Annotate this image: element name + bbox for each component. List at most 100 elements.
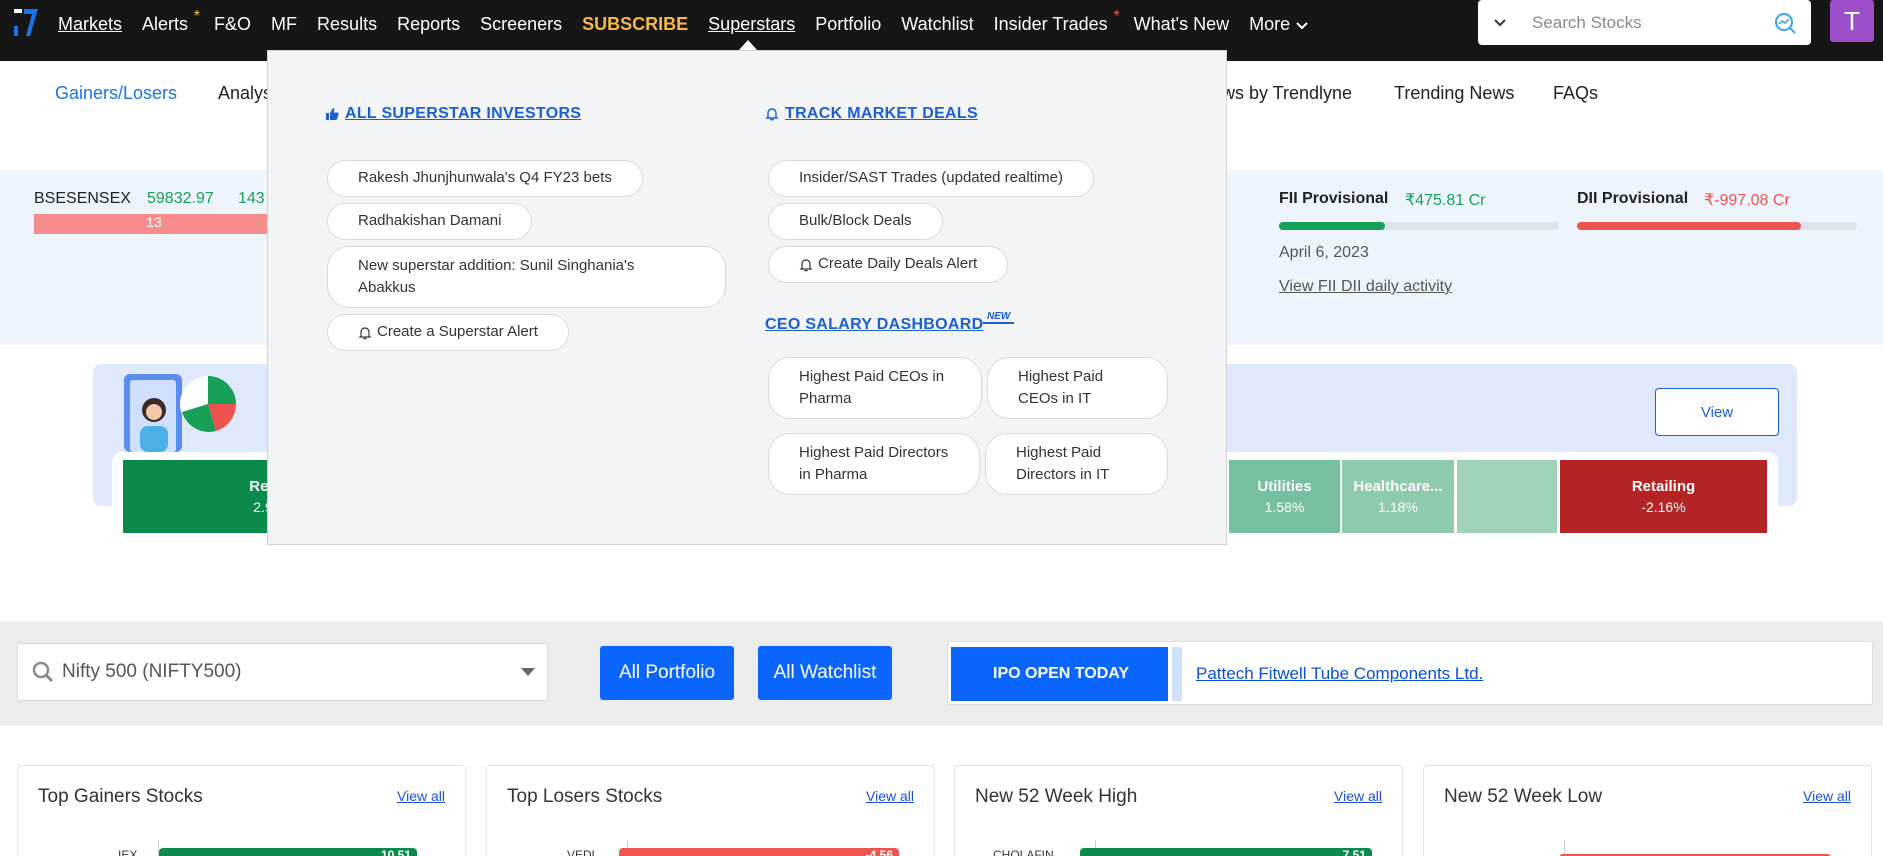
superstar-link[interactable]: Radhakishan Damani [327,203,533,240]
dii-bar-fill [1577,222,1801,230]
sector-name: Utilities [1257,478,1312,495]
chevron-down-icon [1296,21,1308,29]
create-deals-alert-button[interactable]: Create Daily Deals Alert [768,246,1009,283]
pill-label: Create Daily Deals Alert [818,255,978,273]
ipo-company-link[interactable]: Pattech Fitwell Tube Components Ltd. [1196,664,1483,684]
nav-reports[interactable]: Reports [397,14,460,35]
dii-bar [1577,222,1857,230]
section-title: TRACK MARKET DEALS [785,105,978,122]
all-superstar-investors-heading[interactable]: ALL SUPERSTAR INVESTORS [325,105,581,123]
nav-whats-new[interactable]: What's New [1134,14,1229,35]
tab-analysis[interactable]: Analys [218,83,272,104]
index-select-value: Nifty 500 (NIFTY500) [62,661,242,682]
stock-bar[interactable]: 7.51 [1080,848,1372,856]
search-icon [32,661,54,683]
all-portfolio-button[interactable]: All Portfolio [600,646,734,700]
stock-symbol[interactable]: VEDL [567,848,598,856]
fii-label: FII Provisional [1279,190,1389,207]
ceo-salary-link[interactable]: Highest Paid Directors in Pharma [768,433,980,495]
card-title: New 52 Week Low [1444,786,1603,807]
promo-illustration-icon [124,374,237,452]
sector-pct: 1.18% [1378,499,1418,515]
nav-portfolio[interactable]: Portfolio [815,14,881,35]
sector-tile[interactable] [1457,460,1557,533]
view-all-link[interactable]: View all [1803,788,1851,804]
sector-name: Healthcare... [1353,478,1443,495]
search-icon[interactable] [1773,11,1797,35]
nav-superstars[interactable]: Superstars [708,14,795,35]
sector-tile[interactable]: Utilities 1.58% [1229,460,1340,533]
new-52-week-low-card: New 52 Week Low View all [1423,765,1872,856]
ceo-salary-link[interactable]: Highest Paid Directors in IT [985,433,1168,495]
superstar-link[interactable]: New superstar addition: Sunil Singhania'… [327,246,726,308]
nav-more-label: More [1249,13,1291,34]
ceo-salary-dashboard-heading[interactable]: CEO SALARY DASHBOARD [765,316,983,334]
nav-alerts[interactable]: Alerts * [142,8,200,35]
top-gainers-card: Top Gainers Stocks View all IEX 10.51 [17,765,466,856]
nav-mf[interactable]: MF [271,14,297,35]
nav-watchlist[interactable]: Watchlist [901,14,973,35]
view-all-link[interactable]: View all [1334,788,1382,804]
sector-name: Retailing [1631,478,1696,495]
bell-icon [358,326,372,339]
tab-faqs[interactable]: FAQs [1553,83,1598,104]
nav-markets[interactable]: Markets [58,14,122,35]
stock-bar[interactable]: 10.51 [159,848,417,856]
new-badge: NEW [983,311,1015,324]
fii-bar [1279,222,1559,230]
fii-bar-fill [1279,222,1386,230]
card-title: Top Gainers Stocks [38,786,203,807]
trendlyne-logo-icon[interactable] [12,6,42,38]
tab-news-by-trendlyne[interactable]: ws by Trendlyne [1222,83,1352,104]
sector-tile[interactable]: Healthcare... 1.18% [1342,460,1454,533]
create-superstar-alert-button[interactable]: Create a Superstar Alert [327,314,569,351]
stock-symbol[interactable]: IEX [118,848,137,856]
superstar-link[interactable]: Rakesh Jhunjhunwala's Q4 FY23 bets [327,160,643,197]
track-market-deals-heading[interactable]: TRACK MARKET DEALS [765,105,978,123]
stock-search[interactable]: Search Stocks [1478,0,1811,45]
sector-tile[interactable]: Retailing -2.16% [1560,460,1767,533]
search-input[interactable]: Search Stocks [1532,13,1773,33]
tab-trending-news[interactable]: Trending News [1394,83,1514,104]
nav-subscribe[interactable]: SUBSCRIBE [582,14,688,35]
new-52-week-high-card: New 52 Week High View all CHOLAFIN 7.51 [954,765,1403,856]
view-all-link[interactable]: View all [397,788,445,804]
nav-more[interactable]: More [1249,14,1308,35]
sector-pct: 1.58% [1264,499,1305,515]
superstars-dropdown: ALL SUPERSTAR INVESTORS Rakesh Jhunjhunw… [267,50,1227,545]
nav-insider-trades[interactable]: Insider Trades * [994,8,1120,35]
card-title: New 52 Week High [975,786,1138,807]
thumbs-up-icon [326,108,339,120]
ceo-salary-link[interactable]: Highest Paid CEOs in Pharma [768,357,982,419]
fii-value: ₹475.81 Cr [1405,192,1486,209]
section-title: ALL SUPERSTAR INVESTORS [345,105,582,122]
index-change: 143 [238,190,265,207]
dii-label: DII Provisional [1577,190,1689,207]
pill-label: Create a Superstar Alert [377,323,538,341]
index-name[interactable]: BSESENSEX [34,190,131,208]
avatar[interactable]: T [1830,0,1874,42]
ceo-salary-link[interactable]: Highest Paid CEOs in IT [987,357,1168,419]
all-watchlist-button[interactable]: All Watchlist [758,646,892,700]
dii-value: ₹-997.08 Cr [1704,192,1790,209]
index-select[interactable]: Nifty 500 (NIFTY500) [17,643,548,701]
nav-results[interactable]: Results [317,14,377,35]
card-title: Top Losers Stocks [507,786,663,807]
chevron-down-icon[interactable] [1478,18,1522,28]
main-nav: Markets Alerts * F&O MF Results Reports S… [58,0,1328,48]
banner-view-button[interactable]: View [1655,388,1779,436]
tab-gainers-losers[interactable]: Gainers/Losers [55,83,177,104]
deals-link[interactable]: Insider/SAST Trades (updated realtime) [768,160,1095,197]
fii-dii-activity-link[interactable]: View FII DII daily activity [1279,278,1452,296]
stock-bar[interactable]: -4.56 [619,848,899,856]
view-all-link[interactable]: View all [866,788,914,804]
deals-link[interactable]: Bulk/Block Deals [768,203,943,240]
fii-dii-date: April 6, 2023 [1279,244,1369,261]
dropdown-arrow-icon [521,668,535,676]
advance-decline-bar: 13 [34,214,274,234]
new-star-icon: * [193,7,201,25]
nav-fno[interactable]: F&O [214,14,251,35]
nav-screeners[interactable]: Screeners [480,14,562,35]
stock-symbol[interactable]: CHOLAFIN [993,848,1054,856]
index-value: 59832.97 [147,190,214,207]
